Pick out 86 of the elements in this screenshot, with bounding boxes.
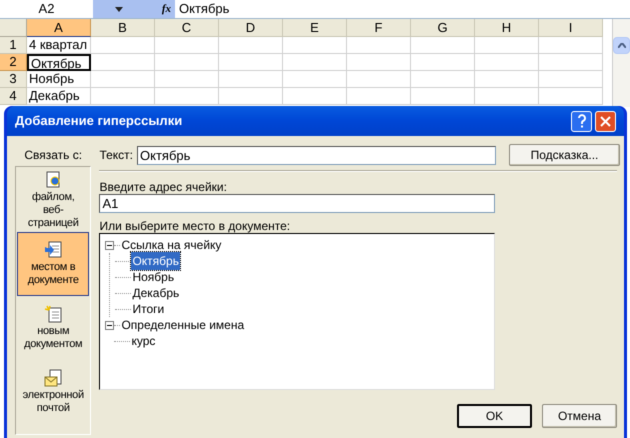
tree-item[interactable]: курс [130, 332, 156, 350]
tree-item[interactable]: Определенные имена [120, 316, 246, 334]
column-header[interactable]: I [539, 19, 603, 37]
address-field[interactable]: A1 [99, 194, 496, 213]
cell[interactable] [155, 54, 219, 71]
cell[interactable] [155, 37, 219, 54]
text-field[interactable]: Октябрь [137, 146, 496, 164]
cell[interactable] [539, 54, 603, 71]
cell[interactable]: Ноябрь [27, 71, 91, 88]
cell[interactable] [219, 71, 283, 88]
column-header[interactable]: G [411, 19, 475, 37]
cell[interactable]: Декабрь [27, 88, 91, 105]
cell[interactable] [283, 54, 347, 71]
document-envelope-icon [44, 369, 62, 387]
tree-item[interactable]: Октябрь [131, 252, 180, 270]
cell[interactable] [539, 37, 603, 54]
cell[interactable] [347, 88, 411, 105]
tree-item[interactable]: Ссылка на ячейку [120, 236, 222, 254]
column-header[interactable]: B [91, 19, 155, 37]
cell[interactable] [91, 54, 155, 71]
question-mark-icon [576, 114, 586, 128]
cell[interactable] [347, 71, 411, 88]
cell[interactable]: 4 квартал [27, 37, 91, 54]
cell[interactable] [283, 37, 347, 54]
cell[interactable] [283, 71, 347, 88]
link-target-button[interactable]: новым документом [17, 296, 90, 360]
row-header[interactable]: 3 [0, 71, 27, 88]
row-header[interactable]: 4 [0, 88, 27, 105]
cell[interactable] [411, 71, 475, 88]
cell[interactable] [347, 54, 411, 71]
document-place-tree[interactable]: Ссылка на ячейку Октябрь Ноябрь Декабрь Итоги Определенные имена курс [99, 233, 496, 390]
expander-icon[interactable] [105, 320, 114, 330]
cell[interactable] [91, 88, 155, 105]
close-button[interactable] [595, 110, 616, 132]
screentip-button[interactable]: Подсказка... [509, 144, 620, 166]
row-header[interactable]: 2 [0, 54, 27, 71]
cell[interactable] [91, 37, 155, 54]
cell[interactable] [539, 71, 603, 88]
cell[interactable] [91, 71, 155, 88]
column-header[interactable]: D [219, 19, 283, 37]
corner-cell[interactable] [0, 19, 27, 37]
column-header[interactable]: H [475, 19, 539, 37]
tree-item[interactable]: Декабрь [131, 284, 180, 302]
column-header[interactable]: F [347, 19, 411, 37]
cell[interactable] [475, 71, 539, 88]
cell[interactable] [155, 71, 219, 88]
cell[interactable] [219, 54, 283, 71]
column-header[interactable]: A [27, 19, 91, 37]
cell[interactable]: Октябрь [27, 54, 91, 71]
address-label: Введите адрес ячейки: [99, 179, 228, 194]
cell[interactable] [411, 54, 475, 71]
cell[interactable] [347, 37, 411, 54]
link-target-button[interactable]: электронной почтой [17, 360, 90, 424]
dropdown-arrow-icon [115, 6, 123, 12]
cell[interactable] [539, 88, 603, 105]
cell[interactable] [283, 88, 347, 105]
row-header[interactable]: 1 [0, 37, 27, 54]
column-header[interactable]: E [283, 19, 347, 37]
vertical-scrollbar[interactable] [612, 19, 630, 107]
cancel-button[interactable]: Отмена [542, 404, 617, 428]
link-to-label: Связать с: [23, 147, 84, 164]
cell[interactable] [219, 88, 283, 105]
cell[interactable] [219, 37, 283, 54]
scroll-up-button[interactable] [613, 37, 630, 54]
help-button[interactable] [571, 110, 592, 132]
tree-item[interactable]: Итоги [131, 300, 166, 318]
cell[interactable] [411, 37, 475, 54]
name-box-dropdown[interactable] [93, 0, 145, 18]
text-label: Текст: [99, 147, 133, 164]
expander-icon[interactable] [105, 240, 114, 250]
cell[interactable] [155, 88, 219, 105]
cell[interactable] [475, 37, 539, 54]
document-globe-icon [44, 170, 62, 188]
link-target-button[interactable]: файлом, веб-страницей [17, 168, 90, 232]
document-arrow-icon [44, 241, 62, 259]
tree-item[interactable]: Ноябрь [131, 268, 176, 286]
cell[interactable] [475, 54, 539, 71]
ok-button[interactable]: OK [457, 404, 532, 428]
new-document-icon [44, 305, 62, 323]
cell[interactable] [411, 88, 475, 105]
close-icon [600, 116, 611, 126]
place-label: Или выберите место в документе: [99, 218, 292, 233]
column-header[interactable]: C [155, 19, 219, 37]
link-target-button[interactable]: местом в документе [17, 232, 90, 296]
cell[interactable] [475, 88, 539, 105]
dialog-title: Добавление гиперссылки [15, 112, 184, 130]
